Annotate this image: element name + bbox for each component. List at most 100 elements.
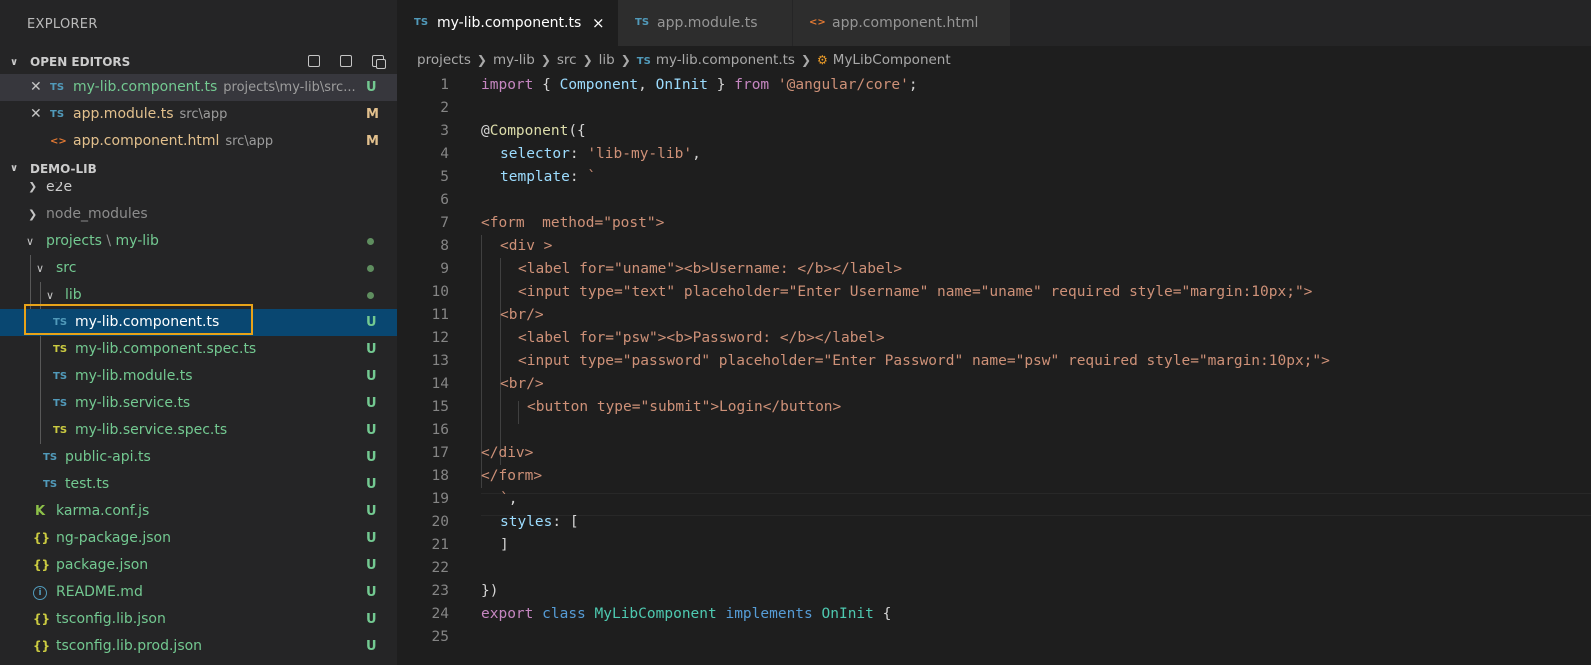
chevron-right-icon: ❯ [28, 182, 38, 193]
typescript-file-icon: TS [635, 17, 650, 28]
status-badge: U [366, 531, 377, 546]
save-all-icon[interactable] [337, 52, 355, 70]
tree-item-test-ts[interactable]: TS test.ts U [0, 471, 397, 498]
status-badge: U [366, 558, 377, 573]
editor-tabs: TS my-lib.component.ts × TS app.module.t… [397, 0, 1591, 46]
tree-item-public-api-ts[interactable]: TS public-api.ts U [0, 444, 397, 471]
tree-item-my-lib-component-spec-ts[interactable]: TS my-lib.component.spec.ts U [0, 336, 397, 363]
chevron-down-icon: ∨ [46, 289, 55, 302]
typescript-file-icon: TS [414, 17, 429, 28]
typescript-file-icon: TS [43, 479, 58, 490]
html-file-icon: <> [809, 17, 826, 28]
typescript-file-icon: TS [53, 317, 68, 328]
tab-app-module-ts[interactable]: TS app.module.ts [618, 0, 792, 46]
project-label: DEMO-LIB [30, 161, 97, 176]
status-badge: U [366, 612, 377, 627]
status-badge: U [366, 423, 377, 438]
chevron-right-icon: ❯ [28, 208, 38, 221]
tree-item-tsconfig-lib-prod-json[interactable]: {} tsconfig.lib.prod.json U [0, 633, 397, 660]
chevron-right-icon: ❯ [540, 53, 551, 67]
json-file-icon: {} [33, 612, 51, 626]
typescript-spec-file-icon: TS [53, 344, 68, 355]
status-badge: M [366, 134, 379, 149]
status-badge: M [366, 107, 379, 122]
breadcrumb-item[interactable]: projects [417, 52, 471, 68]
typescript-file-icon: TS [53, 371, 68, 382]
tree-item-my-lib-component-ts[interactable]: TS my-lib.component.ts U [0, 309, 397, 336]
tree-item-my-lib-service-spec-ts[interactable]: TS my-lib.service.spec.ts U [0, 417, 397, 444]
modified-dot [367, 238, 374, 245]
status-badge: U [366, 315, 377, 330]
tree-item-readme-md[interactable]: i README.md U [0, 579, 397, 606]
tree-item-ng-package-json[interactable]: {} ng-package.json U [0, 525, 397, 552]
tree-item-karma-conf-js[interactable]: K karma.conf.js U [0, 498, 397, 525]
tree-item-node-modules[interactable]: ❯ node_modules [0, 201, 397, 228]
chevron-right-icon: ❯ [582, 53, 593, 67]
tab-my-lib-component-ts[interactable]: TS my-lib.component.ts × [397, 0, 618, 46]
tree-item-lib[interactable]: ∨ lib [0, 282, 397, 309]
chevron-right-icon: ❯ [620, 53, 631, 67]
open-editor-item[interactable]: ✕ TS app.module.ts src\app M [0, 101, 397, 128]
current-line-highlight [481, 493, 1591, 516]
modified-dot [367, 265, 374, 272]
explorer-title: EXPLORER [27, 17, 98, 32]
close-all-editors-icon[interactable] [369, 52, 387, 70]
status-badge: U [366, 639, 377, 654]
breadcrumb-item[interactable]: my-lib [493, 52, 535, 68]
open-editors-header[interactable]: ∨ OPEN EDITORS [0, 50, 397, 74]
status-badge: U [366, 80, 377, 95]
chevron-right-icon: ❯ [476, 53, 487, 67]
karma-icon: K [35, 504, 46, 519]
status-badge: U [366, 342, 377, 357]
close-icon[interactable]: ✕ [30, 101, 42, 128]
open-editor-item[interactable]: <> app.component.html src\app M [0, 128, 397, 155]
open-editors-label: OPEN EDITORS [30, 55, 131, 69]
breadcrumb-symbol[interactable]: MyLibComponent [833, 52, 951, 68]
tree-item-e2e[interactable]: ❯ e2e [0, 182, 397, 201]
open-editor-name: my-lib.component.ts [73, 79, 218, 95]
tree-item-projects[interactable]: ∨ projects \ my-lib [0, 228, 397, 255]
open-editor-name: app.component.html [73, 133, 220, 149]
breadcrumb: projects ❯ my-lib ❯ src ❯ lib ❯ TS my-lib.compone… [417, 46, 951, 74]
tab-app-component-html[interactable]: <> app.component.html [793, 0, 1010, 46]
tree-item-tsconfig-lib-json[interactable]: {} tsconfig.lib.json U [0, 606, 397, 633]
status-badge: U [366, 585, 377, 600]
breadcrumb-item[interactable]: my-lib.component.ts [656, 52, 795, 68]
status-badge: U [366, 477, 377, 492]
typescript-spec-file-icon: TS [53, 425, 68, 436]
breadcrumb-item[interactable]: lib [599, 52, 615, 68]
editor-area: TS my-lib.component.ts × TS app.module.t… [397, 0, 1591, 665]
typescript-file-icon: TS [50, 109, 65, 120]
typescript-file-icon: TS [43, 452, 58, 463]
typescript-file-icon: TS [53, 398, 68, 409]
project-header[interactable]: ∨ DEMO-LIB [0, 155, 397, 182]
close-icon[interactable]: × [592, 0, 605, 46]
tree-item-my-lib-service-ts[interactable]: TS my-lib.service.ts U [0, 390, 397, 417]
open-editor-path: src\app [179, 107, 228, 122]
file-tree: ❯ e2e ❯ node_modules ∨ projects \ my-lib… [0, 182, 397, 660]
json-file-icon: {} [33, 558, 51, 572]
open-editor-item[interactable]: ✕ TS my-lib.component.ts projects\my-lib\… [0, 74, 397, 101]
open-editor-name: app.module.ts [73, 106, 174, 122]
close-icon[interactable]: ✕ [30, 74, 42, 101]
chevron-down-icon: ∨ [10, 56, 19, 68]
chevron-down-icon: ∨ [36, 262, 45, 275]
tree-item-src[interactable]: ∨ src [0, 255, 397, 282]
breadcrumb-item[interactable]: src [557, 52, 577, 68]
status-badge: U [366, 504, 377, 519]
tree-item-my-lib-module-ts[interactable]: TS my-lib.module.ts U [0, 363, 397, 390]
modified-dot [367, 292, 374, 299]
explorer-sidebar: EXPLORER ∨ OPEN EDITORS ✕ TS my-lib.comp… [0, 0, 397, 665]
status-badge: U [366, 396, 377, 411]
open-editor-path: projects\my-lib\src... [223, 80, 356, 95]
typescript-file-icon: TS [636, 56, 651, 67]
new-untitled-file-icon[interactable] [305, 52, 323, 70]
class-symbol-icon: ⚙ [817, 53, 828, 67]
json-file-icon: {} [33, 639, 51, 653]
typescript-file-icon: TS [50, 82, 65, 93]
status-badge: U [366, 450, 377, 465]
tree-item-package-json[interactable]: {} package.json U [0, 552, 397, 579]
json-file-icon: {} [33, 531, 51, 545]
chevron-down-icon: ∨ [10, 163, 19, 174]
chevron-down-icon: ∨ [26, 235, 35, 248]
